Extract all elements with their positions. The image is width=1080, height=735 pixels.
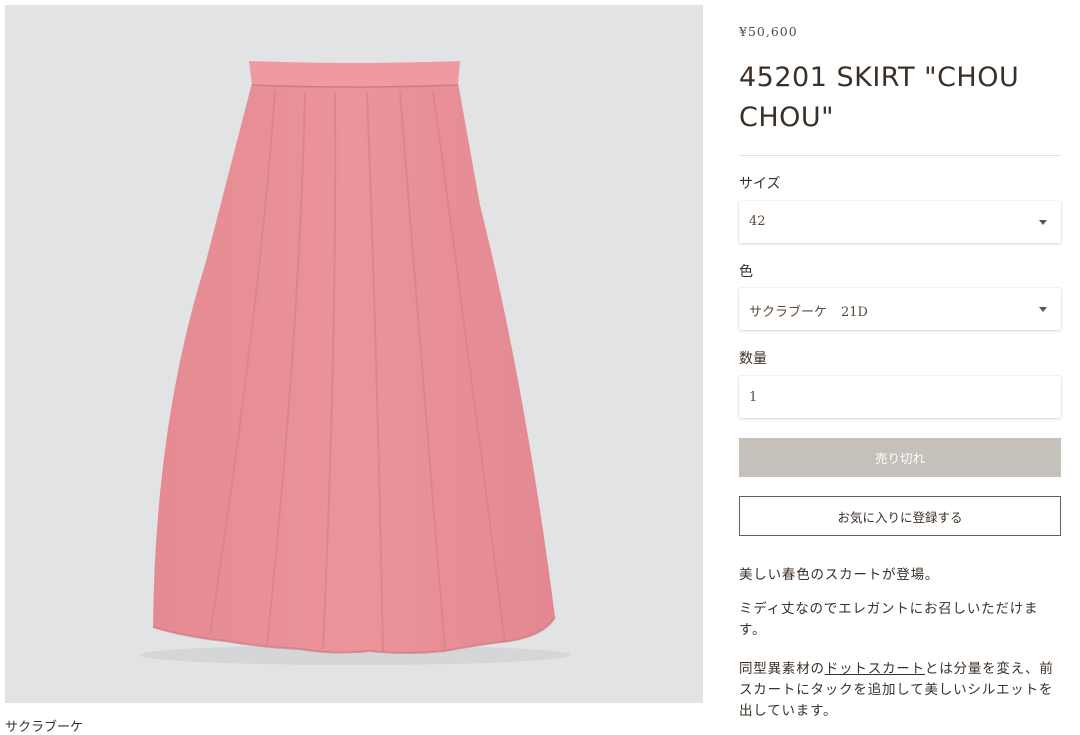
size-select[interactable]: 42 — [739, 201, 1061, 243]
product-title: 45201 SKIRT "CHOU CHOU" — [739, 62, 1020, 133]
image-caption: サクラブーケ — [5, 720, 84, 735]
chevron-down-icon — [1039, 220, 1047, 225]
product-image — [5, 5, 703, 703]
product-page: サクラブーケ ¥50,600 45201 SKIRT "CHOU CHOU" サ… — [0, 0, 1080, 735]
size-value: 42 — [749, 214, 766, 229]
description-paragraph-1: 美しい春色のスカートが登場。 — [739, 567, 940, 583]
color-value: サクラブーケ 21D — [749, 301, 868, 320]
divider — [739, 155, 1061, 156]
description-paragraph-2: ミディ丈なのでエレガントにお召しいただけます。 — [739, 601, 1039, 638]
size-label: サイズ — [739, 176, 781, 192]
color-value-name: サクラブーケ — [749, 305, 828, 320]
chevron-down-icon — [1039, 307, 1047, 312]
color-label: 色 — [739, 264, 753, 280]
quantity-label: 数量 — [739, 351, 767, 367]
color-value-code: 21D — [841, 305, 868, 320]
dot-skirt-link[interactable]: ドットスカート — [825, 661, 925, 677]
color-select[interactable]: サクラブーケ 21D — [739, 288, 1061, 330]
product-price: ¥50,600 — [739, 24, 798, 39]
add-to-favorites-button[interactable]: お気に入りに登録する — [739, 496, 1061, 536]
sold-out-button[interactable]: 売り切れ — [739, 438, 1061, 477]
quantity-input[interactable] — [739, 376, 1061, 418]
description-text: 同型異素材の — [739, 661, 825, 677]
skirt-illustration — [140, 61, 570, 665]
description-paragraph-3: 同型異素材のドットスカートとは分量を変え、前スカートにタックを追加して美しいシル… — [739, 659, 1061, 722]
